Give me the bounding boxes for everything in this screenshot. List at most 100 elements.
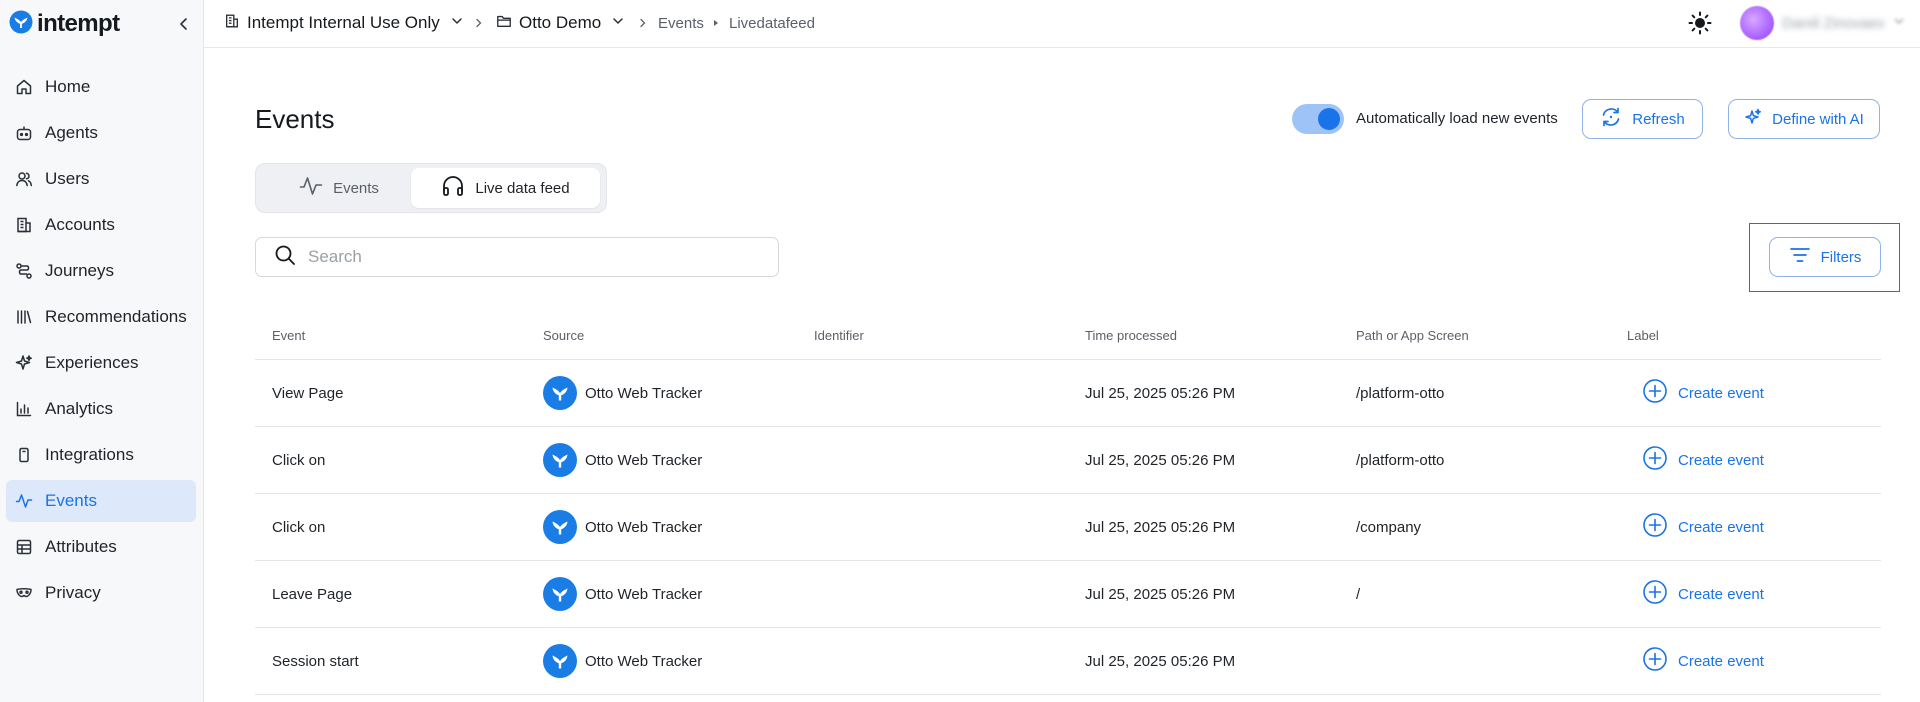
create-event-link[interactable]: Create event — [1642, 360, 1764, 426]
create-event-link[interactable]: Create event — [1642, 561, 1764, 627]
plus-circle-icon — [1642, 579, 1668, 609]
collapse-sidebar-button[interactable] — [172, 12, 196, 36]
sidebar-item-attributes[interactable]: Attributes — [6, 526, 196, 568]
otto-tracker-logo-icon — [543, 376, 577, 410]
chevron-down-icon — [1893, 14, 1905, 32]
sidebar-item-label: Agents — [45, 123, 98, 142]
event-name: Click on — [272, 451, 326, 469]
org-name: Intempt Internal Use Only — [247, 13, 440, 32]
chevron-right-icon — [638, 0, 648, 46]
filter-icon — [1789, 246, 1811, 268]
event-name: View Page — [272, 384, 344, 402]
source-cell: Otto Web Tracker — [543, 494, 702, 560]
sidebar-item-label: Accounts — [45, 215, 115, 234]
folder-icon — [496, 13, 512, 34]
otto-tracker-logo-icon — [543, 443, 577, 477]
logo-text: intempt — [37, 10, 120, 37]
auto-load-label: Automatically load new events — [1356, 110, 1558, 127]
refresh-icon — [1600, 106, 1622, 132]
sidebar-item-experiences[interactable]: Experiences — [6, 342, 196, 384]
search-input[interactable] — [308, 247, 768, 267]
breadcrumb-page: Livedatafeed — [729, 0, 815, 46]
user-name: Daniil Zinovaev — [1782, 14, 1885, 32]
breadcrumb-org[interactable]: Intempt Internal Use Only — [224, 0, 463, 46]
sidebar-item-journeys[interactable]: Journeys — [6, 250, 196, 292]
create-event-label: Create event — [1678, 384, 1764, 402]
create-event-link[interactable]: Create event — [1642, 494, 1764, 560]
theme-toggle-button[interactable] — [1686, 9, 1714, 37]
library-icon — [14, 307, 34, 327]
table-row[interactable]: Click on Otto Web Tracker Jul 25, 2025 0… — [255, 427, 1881, 494]
refresh-button[interactable]: Refresh — [1582, 99, 1703, 139]
sidebar-item-label: Users — [45, 169, 90, 188]
tab-events[interactable]: Events — [264, 168, 414, 208]
mask-icon — [14, 583, 34, 603]
column-header-source: Source — [543, 328, 585, 343]
auto-load-toggle[interactable] — [1292, 104, 1344, 134]
breadcrumb-project[interactable]: Otto Demo — [496, 0, 624, 46]
bar-chart-icon — [14, 399, 34, 419]
sidebar-item-privacy[interactable]: Privacy — [6, 572, 196, 614]
project-name: Otto Demo — [519, 13, 602, 32]
sidebar-item-accounts[interactable]: Accounts — [6, 204, 196, 246]
sidebar-item-label: Home — [45, 77, 91, 96]
sidebar-item-recommendations[interactable]: Recommendations — [6, 296, 196, 338]
create-event-link[interactable]: Create event — [1642, 427, 1764, 493]
table-row[interactable]: Session start Otto Web Tracker Jul 25, 2… — [255, 628, 1881, 695]
user-menu[interactable]: Daniil Zinovaev — [1740, 4, 1920, 42]
column-header-identifier: Identifier — [814, 328, 864, 343]
page-title: Events — [255, 104, 335, 134]
tab-live-data-feed[interactable]: Live data feed — [411, 168, 600, 208]
source-cell: Otto Web Tracker — [543, 561, 702, 627]
intempt-logo[interactable]: intempt — [9, 10, 120, 38]
events-table: Event Source Identifier Time processed P… — [255, 320, 1881, 695]
building-icon — [14, 215, 34, 235]
source-name: Otto Web Tracker — [585, 451, 703, 469]
filters-label: Filters — [1820, 248, 1862, 266]
sidebar-item-users[interactable]: Users — [6, 158, 196, 200]
event-name: Session start — [272, 652, 359, 670]
column-header-time: Time processed — [1085, 328, 1177, 343]
define-with-ai-button[interactable]: Define with AI — [1728, 99, 1880, 139]
column-header-event: Event — [272, 328, 306, 343]
path-cell: /company — [1356, 518, 1422, 536]
sidebar-item-label: Integrations — [45, 445, 134, 464]
source-name: Otto Web Tracker — [585, 384, 703, 402]
sun-icon — [1688, 11, 1712, 35]
sidebar-item-events[interactable]: Events — [6, 480, 196, 522]
source-name: Otto Web Tracker — [585, 518, 703, 536]
breadcrumb-page-label: Livedatafeed — [729, 14, 815, 32]
sidebar-item-label: Journeys — [45, 261, 114, 280]
otto-tracker-logo-icon — [543, 577, 577, 611]
filters-button[interactable]: Filters — [1769, 237, 1881, 277]
table-row[interactable]: Leave Page Otto Web Tracker Jul 25, 2025… — [255, 561, 1881, 628]
sidebar-item-analytics[interactable]: Analytics — [6, 388, 196, 430]
tab-events-label: Events — [333, 179, 379, 197]
building-icon — [224, 13, 240, 34]
time-processed: Jul 25, 2025 05:26 PM — [1085, 384, 1236, 402]
headphones-icon — [441, 174, 465, 202]
sidebar-item-label: Experiences — [45, 353, 139, 372]
breadcrumb-section-label: Events — [658, 14, 704, 32]
sparkle-icon — [1744, 108, 1762, 130]
column-header-label: Label — [1627, 328, 1659, 343]
sidebar-item-label: Recommendations — [45, 307, 187, 326]
table-row[interactable]: View Page Otto Web Tracker Jul 25, 2025 … — [255, 360, 1881, 427]
plus-circle-icon — [1642, 445, 1668, 475]
sidebar-item-home[interactable]: Home — [6, 66, 196, 108]
create-event-label: Create event — [1678, 518, 1764, 536]
time-processed: Jul 25, 2025 05:26 PM — [1085, 518, 1236, 536]
create-event-label: Create event — [1678, 585, 1764, 603]
table-row[interactable]: Click on Otto Web Tracker Jul 25, 2025 0… — [255, 494, 1881, 561]
otto-tracker-logo-icon — [543, 510, 577, 544]
create-event-link[interactable]: Create event — [1642, 628, 1764, 694]
plus-circle-icon — [1642, 646, 1668, 676]
table-header: Event Source Identifier Time processed P… — [255, 320, 1881, 360]
chevron-down-icon — [612, 14, 624, 32]
plus-circle-icon — [1642, 512, 1668, 542]
top-bar: Intempt Internal Use Only Otto Demo Even… — [204, 0, 1920, 48]
sidebar-item-integrations[interactable]: Integrations — [6, 434, 196, 476]
sidebar-item-agents[interactable]: Agents — [6, 112, 196, 154]
breadcrumb-section[interactable]: Events — [658, 0, 704, 46]
toggle-knob — [1318, 108, 1340, 130]
